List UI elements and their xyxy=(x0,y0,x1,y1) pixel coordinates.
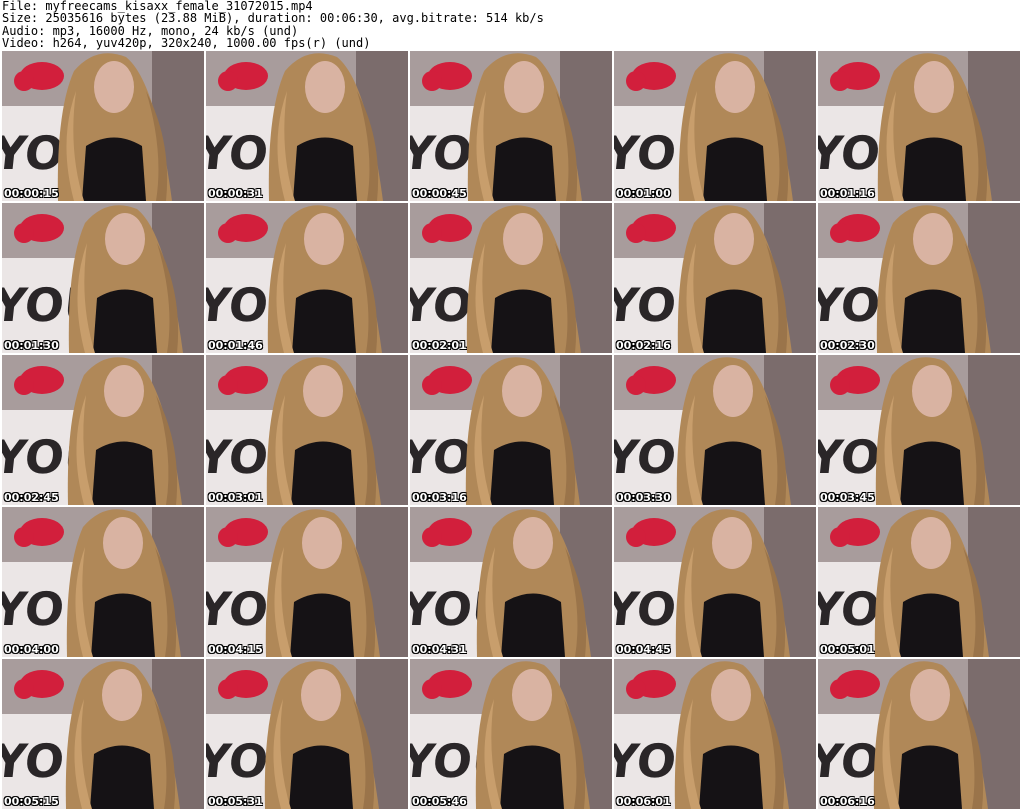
video-frame-image: YOU xyxy=(818,51,1020,201)
thumbnail-timestamp: 00:06:16 xyxy=(820,795,875,808)
video-thumbnail: YOU 00:01:46 xyxy=(206,203,408,353)
video-frame-image: YOU xyxy=(410,659,612,809)
thumbnail-timestamp: 00:05:31 xyxy=(208,795,263,808)
video-thumbnail: YOU 00:00:45 xyxy=(410,51,612,201)
thumbnail-timestamp: 00:04:45 xyxy=(616,643,671,656)
video-thumbnail: YOU 00:02:16 xyxy=(614,203,816,353)
thumbnail-timestamp: 00:05:46 xyxy=(412,795,467,808)
thumbnail-timestamp: 00:04:15 xyxy=(208,643,263,656)
thumbnail-timestamp: 00:01:46 xyxy=(208,339,263,352)
video-thumbnail: YOU 00:03:30 xyxy=(614,355,816,505)
video-info-text: Video: h264, yuv420p, 320x240, 1000.00 f… xyxy=(2,36,371,51)
thumbnail-timestamp: 00:03:01 xyxy=(208,491,263,504)
video-thumbnail: YOU 00:03:01 xyxy=(206,355,408,505)
video-thumbnail: YOU 00:06:16 xyxy=(818,659,1020,809)
video-frame-image: YOU xyxy=(818,355,1020,505)
video-frame-image: YOU xyxy=(2,507,204,657)
video-frame-image: YOU xyxy=(614,659,816,809)
video-frame-image: YOU xyxy=(206,51,408,201)
video-frame-image: YOU xyxy=(2,51,204,201)
video-frame-image: YOU xyxy=(2,355,204,505)
video-thumbnail: YOU 00:06:01 xyxy=(614,659,816,809)
thumbnail-timestamp: 00:03:45 xyxy=(820,491,875,504)
video-thumbnail: YOU 00:03:45 xyxy=(818,355,1020,505)
file-info-header: File: myfreecams_kisaxx_female_31072015.… xyxy=(2,0,1022,50)
thumbnail-timestamp: 00:02:16 xyxy=(616,339,671,352)
video-frame-image: YOU xyxy=(614,203,816,353)
thumbnail-timestamp: 00:05:15 xyxy=(4,795,59,808)
video-thumbnail: YOU 00:05:15 xyxy=(2,659,204,809)
video-frame-image: YOU xyxy=(614,51,816,201)
thumbnail-timestamp: 00:01:30 xyxy=(4,339,59,352)
video-thumbnail: YOU 00:00:15 xyxy=(2,51,204,201)
video-thumbnail: YOU 00:00:31 xyxy=(206,51,408,201)
thumbnail-timestamp: 00:04:31 xyxy=(412,643,467,656)
video-thumbnail: YOU 00:02:01 xyxy=(410,203,612,353)
video-thumbnail: YOU 00:01:00 xyxy=(614,51,816,201)
video-frame-image: YOU xyxy=(2,203,204,353)
file-size-text: Size: 25035616 bytes (23.88 MiB), durati… xyxy=(2,11,544,26)
thumbnail-timestamp: 00:00:15 xyxy=(4,187,59,200)
video-frame-image: YOU xyxy=(818,203,1020,353)
video-frame-image: YOU xyxy=(206,659,408,809)
thumbnail-timestamp: 00:03:16 xyxy=(412,491,467,504)
video-frame-image: YOU xyxy=(2,659,204,809)
thumbnail-timestamp: 00:01:16 xyxy=(820,187,875,200)
video-thumbnail: YOU 00:05:46 xyxy=(410,659,612,809)
thumbnail-timestamp: 00:04:00 xyxy=(4,643,59,656)
video-frame-image: YOU xyxy=(818,507,1020,657)
video-thumbnail: YOU 00:02:30 xyxy=(818,203,1020,353)
thumbnail-timestamp: 00:00:31 xyxy=(208,187,263,200)
video-thumbnail: YOU 00:05:31 xyxy=(206,659,408,809)
video-frame-image: YOU xyxy=(410,51,612,201)
thumbnail-timestamp: 00:05:01 xyxy=(820,643,875,656)
video-frame-image: YOU xyxy=(818,659,1020,809)
video-frame-image: YOU xyxy=(206,355,408,505)
video-thumbnail: YOU 00:02:45 xyxy=(2,355,204,505)
thumbnail-timestamp: 00:01:00 xyxy=(616,187,671,200)
thumbnail-timestamp: 00:02:01 xyxy=(412,339,467,352)
thumbnail-grid: YOU 00:00:15 YOU 00:00:31 YOU 00:00:45 YOU 00:0… xyxy=(2,51,1022,811)
video-thumbnail: YOU 00:01:16 xyxy=(818,51,1020,201)
thumbnail-timestamp: 00:06:01 xyxy=(616,795,671,808)
video-thumbnail: YOU 00:03:16 xyxy=(410,355,612,505)
video-frame-image: YOU xyxy=(410,507,612,657)
video-thumbnail: YOU 00:04:00 xyxy=(2,507,204,657)
video-frame-image: YOU xyxy=(614,507,816,657)
video-thumbnail: YOU 00:01:30 xyxy=(2,203,204,353)
video-frame-image: YOU xyxy=(206,203,408,353)
thumbnail-timestamp: 00:02:30 xyxy=(820,339,875,352)
video-thumbnail: YOU 00:04:45 xyxy=(614,507,816,657)
video-frame-image: YOU xyxy=(614,355,816,505)
video-thumbnail: YOU 00:04:31 xyxy=(410,507,612,657)
thumbnail-timestamp: 00:03:30 xyxy=(616,491,671,504)
thumbnail-timestamp: 00:00:45 xyxy=(412,187,467,200)
video-frame-image: YOU xyxy=(410,355,612,505)
video-thumbnail: YOU 00:05:01 xyxy=(818,507,1020,657)
video-frame-image: YOU xyxy=(206,507,408,657)
thumbnail-timestamp: 00:02:45 xyxy=(4,491,59,504)
video-thumbnail: YOU 00:04:15 xyxy=(206,507,408,657)
video-frame-image: YOU xyxy=(410,203,612,353)
